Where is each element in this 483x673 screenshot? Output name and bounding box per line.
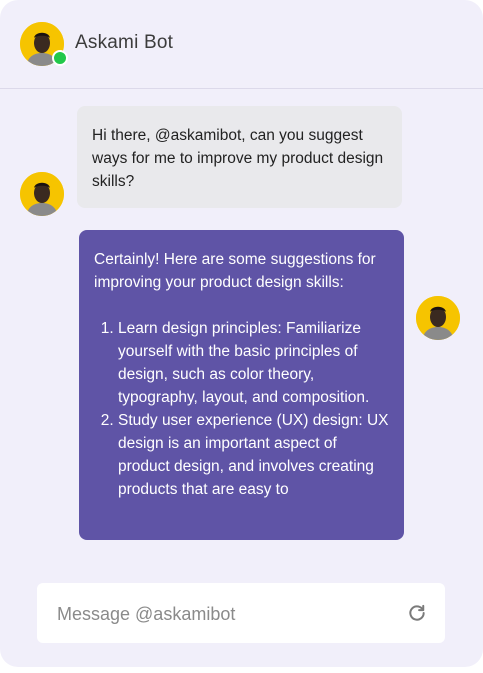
- chat-title: Askami Bot: [75, 32, 174, 53]
- refresh-icon[interactable]: [407, 603, 427, 623]
- chat-panel: Askami Bot Hi there, @askamibot, can you…: [0, 0, 483, 667]
- message-composer: [37, 583, 445, 645]
- chat-header: Askami Bot: [0, 0, 483, 89]
- user-message-text: Hi there, @askamibot, can you suggest wa…: [92, 127, 384, 190]
- suggestion-list: Learn design principles: Familiarize you…: [94, 317, 390, 501]
- list-item: Study user experience (UX) design: UX de…: [118, 409, 390, 501]
- message-input[interactable]: [55, 583, 399, 645]
- person-avatar-icon: [20, 172, 64, 216]
- person-avatar-icon: [416, 296, 460, 340]
- user-message-bubble: Hi there, @askamibot, can you suggest wa…: [77, 106, 402, 208]
- bot-message-avatar[interactable]: [416, 296, 460, 340]
- bot-message-intro: Certainly! Here are some suggestions for…: [94, 251, 376, 291]
- bot-message-bubble: Certainly! Here are some suggestions for…: [79, 230, 404, 540]
- online-status-indicator: [52, 50, 68, 66]
- list-item: Learn design principles: Familiarize you…: [118, 317, 390, 409]
- user-avatar[interactable]: [20, 172, 64, 216]
